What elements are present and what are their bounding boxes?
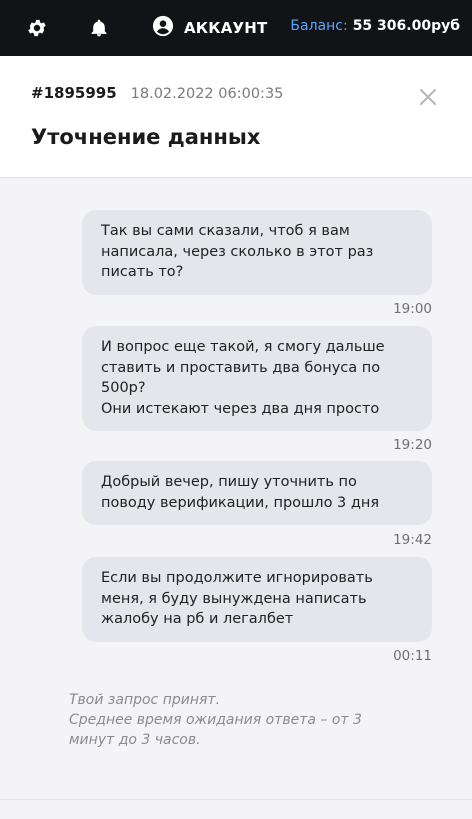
message-bubble: Если вы продолжите игнорировать меня, я … xyxy=(82,557,432,642)
account-label: АККАУНТ xyxy=(184,19,268,37)
message-bubble: Так вы сами сказали, чтоб я вам написала… xyxy=(82,210,432,295)
balance-display: Баланс: 55 306.00руб xyxy=(290,18,460,34)
close-icon[interactable] xyxy=(418,87,438,107)
message-bubble: Добрый вечер, пишу уточнить по поводу ве… xyxy=(82,461,432,525)
page-title: Уточнение данных xyxy=(31,125,261,149)
ticket-id: #1895995 xyxy=(31,84,117,102)
bell-icon[interactable] xyxy=(87,16,111,40)
account-icon xyxy=(152,15,174,41)
balance-label: Баланс: xyxy=(290,18,348,34)
gear-icon[interactable] xyxy=(25,16,49,40)
account-menu[interactable]: АККАУНТ xyxy=(152,15,268,41)
balance-value: 55 306.00руб xyxy=(352,18,460,34)
message-bubble: И вопрос еще такой, я смогу дальше стави… xyxy=(82,326,432,431)
message-time: 19:20 xyxy=(393,437,432,453)
ticket-datetime: 18.02.2022 06:00:35 xyxy=(130,86,284,102)
message-time: 00:11 xyxy=(393,648,432,664)
divider xyxy=(0,799,472,800)
ticket-meta: #1895995 18.02.2022 06:00:35 xyxy=(31,84,283,102)
status-note: Твой запрос принят. Среднее время ожидан… xyxy=(69,692,362,748)
top-bar: АККАУНТ Баланс: 55 306.00руб xyxy=(0,0,472,56)
ticket-header: #1895995 18.02.2022 06:00:35 Уточнение д… xyxy=(0,56,472,178)
message-time: 19:00 xyxy=(393,301,432,317)
chat-thread: Так вы сами сказали, чтоб я вам написала… xyxy=(0,178,472,800)
message-time: 19:42 xyxy=(393,532,432,548)
